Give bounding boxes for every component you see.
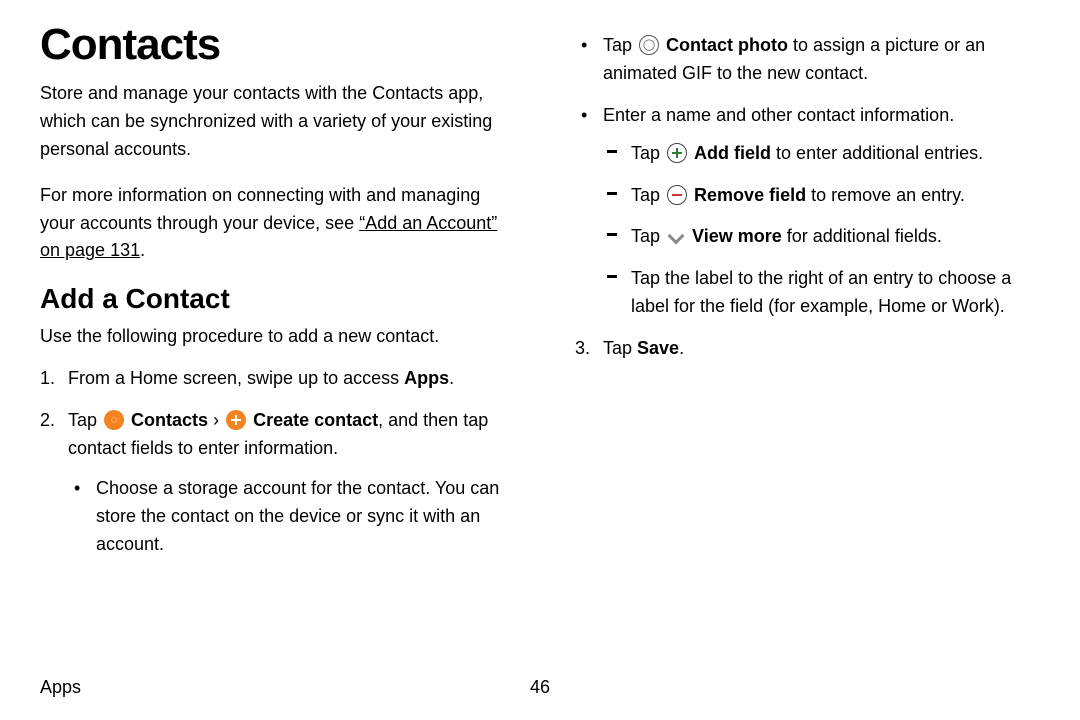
list-item: Tap the label to the right of an entry t… bbox=[603, 265, 1040, 321]
intro-paragraph-2: For more information on connecting with … bbox=[40, 182, 505, 266]
remove-field-label: Remove field bbox=[694, 185, 806, 205]
remove-field-icon bbox=[667, 185, 687, 205]
footer-section-label: Apps bbox=[40, 677, 81, 698]
text: Tap bbox=[603, 35, 637, 55]
steps-list-left: 1. From a Home screen, swipe up to acces… bbox=[40, 365, 505, 572]
text: Tap bbox=[631, 185, 665, 205]
page-number: 46 bbox=[530, 677, 550, 698]
text: Tap bbox=[68, 410, 102, 430]
list-item: Choose a storage account for the contact… bbox=[68, 475, 505, 559]
text: to remove an entry. bbox=[806, 185, 965, 205]
contacts-label: Contacts bbox=[131, 410, 208, 430]
step-1: 1. From a Home screen, swipe up to acces… bbox=[40, 365, 505, 393]
intro-2b: . bbox=[140, 240, 145, 260]
breadcrumb-separator: › bbox=[208, 410, 224, 430]
create-contact-icon bbox=[226, 410, 246, 430]
text: . bbox=[449, 368, 454, 388]
text: From a Home screen, swipe up to access bbox=[68, 368, 404, 388]
contacts-app-icon: ◌ bbox=[104, 410, 124, 430]
list-item: Enter a name and other contact informati… bbox=[575, 102, 1040, 321]
section-heading: Add a Contact bbox=[40, 283, 505, 315]
step-1-body: From a Home screen, swipe up to access A… bbox=[68, 365, 505, 393]
text: for additional fields. bbox=[782, 226, 942, 246]
steps-list-right: 3. Tap Save. bbox=[575, 335, 1040, 363]
step-number: 2. bbox=[40, 407, 68, 572]
text: Tap bbox=[631, 226, 665, 246]
save-label: Save bbox=[637, 338, 679, 358]
step-2-sublist: Choose a storage account for the contact… bbox=[68, 475, 505, 559]
apps-label: Apps bbox=[404, 368, 449, 388]
step-2-sublist-continued: Tap ◯ Contact photo to assign a picture … bbox=[575, 32, 1040, 321]
chevron-down-icon bbox=[667, 228, 685, 246]
list-item: Tap Remove field to remove an entry. bbox=[603, 182, 1040, 210]
left-column: Contacts Store and manage your contacts … bbox=[40, 20, 505, 587]
step-number: 1. bbox=[40, 365, 68, 393]
step-3-body: Tap Save. bbox=[603, 335, 1040, 363]
text: Enter a name and other contact informati… bbox=[603, 105, 954, 125]
step-2-body: Tap ◌ Contacts › Create contact, and the… bbox=[68, 407, 505, 572]
text: Tap bbox=[603, 338, 637, 358]
intro-paragraph-1: Store and manage your contacts with the … bbox=[40, 80, 505, 164]
create-contact-label: Create contact bbox=[253, 410, 378, 430]
step-2: 2. Tap ◌ Contacts › Create contact, and … bbox=[40, 407, 505, 572]
dash-list: Tap Add field to enter additional entrie… bbox=[603, 140, 1040, 321]
list-item: Tap Add field to enter additional entrie… bbox=[603, 140, 1040, 168]
text: Tap bbox=[631, 143, 665, 163]
section-lead: Use the following procedure to add a new… bbox=[40, 323, 505, 351]
step-3: 3. Tap Save. bbox=[575, 335, 1040, 363]
text: to assign a picture or an animated GIF t… bbox=[603, 35, 985, 83]
add-field-label: Add field bbox=[694, 143, 771, 163]
list-item: Tap View more for additional fields. bbox=[603, 223, 1040, 251]
add-field-icon bbox=[667, 143, 687, 163]
page-title: Contacts bbox=[40, 20, 505, 70]
text: . bbox=[679, 338, 684, 358]
contact-photo-label: Contact photo bbox=[666, 35, 788, 55]
right-column: Tap ◯ Contact photo to assign a picture … bbox=[575, 20, 1040, 587]
list-item: Tap ◯ Contact photo to assign a picture … bbox=[575, 32, 1040, 88]
text: to enter additional entries. bbox=[771, 143, 983, 163]
camera-icon: ◯ bbox=[639, 35, 659, 55]
view-more-label: View more bbox=[692, 226, 782, 246]
page-footer: Apps 46 bbox=[40, 677, 1040, 698]
step-number: 3. bbox=[575, 335, 603, 363]
